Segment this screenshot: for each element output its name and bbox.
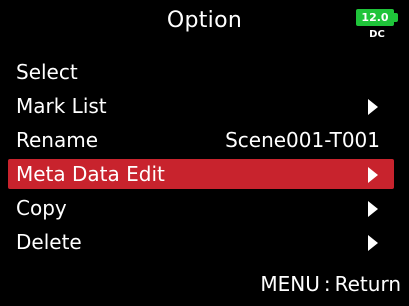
chevron-right-icon <box>368 167 378 183</box>
menu-item-label: Select <box>16 60 78 84</box>
chevron-right-icon <box>368 201 378 217</box>
battery-indicator: 12.0 DC <box>356 9 404 45</box>
menu-item-mark-list[interactable]: Mark List <box>8 91 394 121</box>
chevron-right-icon <box>368 235 378 251</box>
menu-item-value: Scene001-T001 <box>225 128 380 152</box>
menu-item-meta-data-edit[interactable]: Meta Data Edit <box>8 159 394 189</box>
menu-item-delete[interactable]: Delete <box>8 227 394 257</box>
power-source-label: DC <box>369 29 385 40</box>
chevron-right-icon <box>368 99 378 115</box>
title-bar: Option 12.0 DC <box>0 0 409 48</box>
menu-item-rename[interactable]: Rename Scene001-T001 <box>8 125 394 155</box>
menu-item-label: Copy <box>16 196 67 220</box>
menu-item-label: Meta Data Edit <box>16 162 165 186</box>
screen: Option 12.0 DC Select Mark List Rename S… <box>0 0 409 306</box>
menu-item-select[interactable]: Select <box>8 57 394 87</box>
page-title: Option <box>166 8 243 33</box>
menu-item-label: Rename <box>16 128 99 152</box>
menu-item-label: Mark List <box>16 94 107 118</box>
battery-voltage: 12.0 <box>361 11 389 24</box>
menu-item-copy[interactable]: Copy <box>8 193 394 223</box>
menu-item-label: Delete <box>16 230 82 254</box>
footer-hint: MENU : Return <box>260 272 401 296</box>
battery-tip <box>394 13 398 22</box>
